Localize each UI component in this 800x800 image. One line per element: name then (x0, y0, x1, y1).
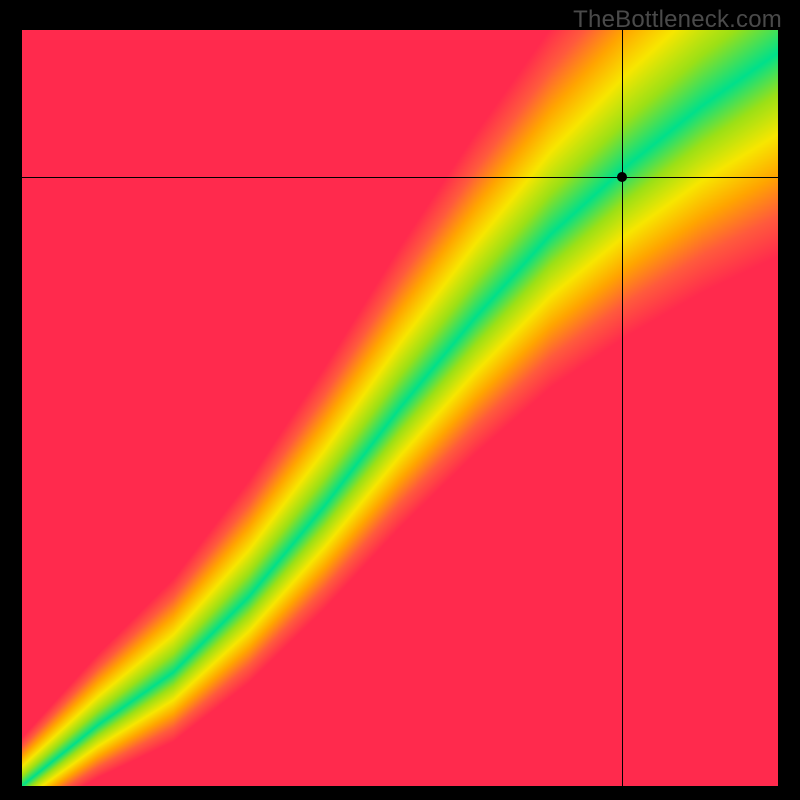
heatmap-plot (22, 30, 778, 786)
watermark-text: TheBottleneck.com (573, 6, 782, 34)
selection-marker (617, 172, 627, 182)
crosshair-horizontal (22, 177, 778, 178)
heatmap-canvas (22, 30, 778, 786)
crosshair-vertical (622, 30, 623, 786)
